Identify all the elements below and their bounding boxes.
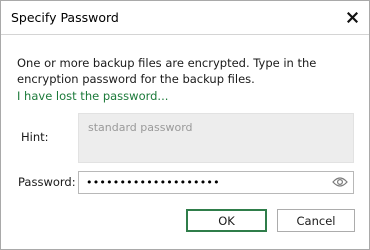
cancel-button[interactable]: Cancel [277, 209, 355, 232]
lost-password-link[interactable]: I have lost the password... [17, 89, 168, 103]
password-field [78, 171, 354, 194]
specify-password-dialog: Specify Password One or more backup file… [0, 0, 370, 250]
hint-label: Hint: [21, 130, 49, 144]
encryption-message: One or more backup files are encrypted. … [17, 56, 317, 86]
title-divider [1, 34, 369, 35]
close-button[interactable] [340, 6, 364, 28]
ok-button[interactable]: OK [186, 209, 267, 232]
password-input[interactable] [86, 173, 326, 192]
hint-field: standard password [78, 113, 354, 163]
close-icon [346, 8, 358, 27]
title-bar: Specify Password [1, 1, 369, 34]
eye-icon [332, 173, 348, 192]
dialog-title: Specify Password [11, 10, 119, 25]
show-password-button[interactable] [331, 175, 349, 190]
hint-value: standard password [88, 121, 193, 134]
password-label: Password: [18, 175, 76, 189]
